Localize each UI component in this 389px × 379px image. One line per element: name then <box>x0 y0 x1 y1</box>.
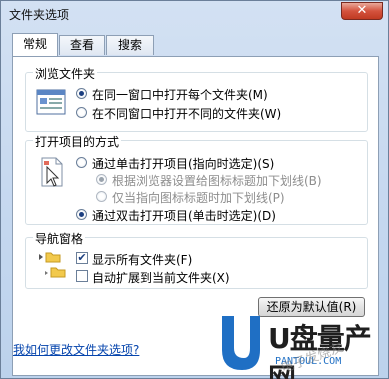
title-bar[interactable]: 文件夹选项 ✕ <box>1 1 388 27</box>
document-cursor-icon <box>41 157 63 187</box>
close-button[interactable]: ✕ <box>341 2 383 20</box>
folder-options-window: 文件夹选项 ✕ 常规 查看 搜索 浏览文件夹 在同一窗口中打开每个文件夹(M) … <box>0 0 389 379</box>
underline-hover-label[interactable]: 仅当指向图标标题时加下划线(P) <box>112 189 285 206</box>
single-click-radio[interactable] <box>76 157 87 168</box>
click-items-group: 打开项目的方式 通过单击打开项目(指向时选定)(S) 根据浏览器设置给图标标题加… <box>25 133 368 225</box>
same-window-radio[interactable] <box>76 88 87 99</box>
new-window-radio[interactable] <box>76 107 87 118</box>
tab-search[interactable]: 搜索 <box>106 35 154 55</box>
double-click-radio[interactable] <box>76 209 87 220</box>
tab-general[interactable]: 常规 <box>12 33 58 56</box>
single-click-label[interactable]: 通过单击打开项目(指向时选定)(S) <box>92 155 274 172</box>
browse-folders-title: 浏览文件夹 <box>33 65 98 82</box>
folder-tree-icon <box>39 252 66 278</box>
same-window-label[interactable]: 在同一窗口中打开每个文件夹(M) <box>92 86 268 103</box>
click-items-title: 打开项目的方式 <box>33 133 122 150</box>
underline-hover-radio[interactable] <box>96 191 107 202</box>
window-title: 文件夹选项 <box>9 8 70 22</box>
navigation-pane-group: 导航窗格 ✔ 显示所有文件夹(F) 自动扩展到当前文件夹(X) <box>25 230 368 289</box>
underline-browser-radio[interactable] <box>96 174 107 185</box>
navigation-pane-title: 导航窗格 <box>33 230 86 247</box>
browse-folders-group: 浏览文件夹 在同一窗口中打开每个文件夹(M) 在不同窗口中打开不同的文件夹(W) <box>25 65 368 132</box>
show-all-folders-label[interactable]: 显示所有文件夹(F) <box>92 251 192 268</box>
underline-browser-label[interactable]: 根据浏览器设置给图标标题加下划线(B) <box>112 172 322 189</box>
help-link[interactable]: 我如何更改文件夹选项? <box>13 341 139 358</box>
auto-expand-label[interactable]: 自动扩展到当前文件夹(X) <box>92 269 230 286</box>
window-preview-icon <box>36 89 66 115</box>
general-tab-panel: 浏览文件夹 在同一窗口中打开每个文件夹(M) 在不同窗口中打开不同的文件夹(W)… <box>12 56 379 379</box>
new-window-label[interactable]: 在不同窗口中打开不同的文件夹(W) <box>92 105 281 122</box>
double-click-label[interactable]: 通过双击打开项目(单击时选定)(D) <box>92 207 276 224</box>
tab-view[interactable]: 查看 <box>59 35 105 55</box>
auto-expand-checkbox[interactable] <box>76 270 88 282</box>
show-all-folders-checkbox[interactable]: ✔ <box>76 252 88 264</box>
